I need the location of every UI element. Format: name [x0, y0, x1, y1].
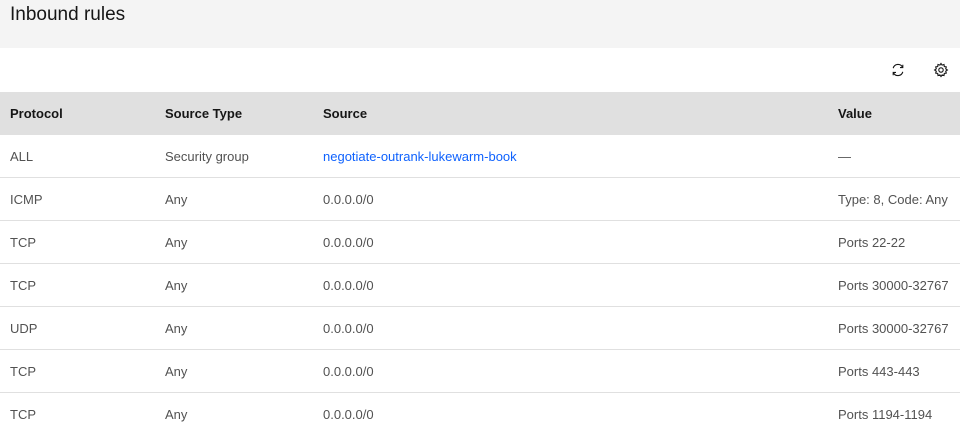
column-header-value[interactable]: Value — [828, 92, 960, 135]
cell-protocol: UDP — [0, 306, 155, 350]
cell-protocol: TCP — [0, 263, 155, 307]
cell-source: 0.0.0.0/0 — [313, 349, 828, 393]
cell-source: 0.0.0.0/0 — [313, 263, 828, 307]
table-row: TCP Any 0.0.0.0/0 Ports 22-22 — [0, 220, 960, 264]
column-header-protocol[interactable]: Protocol — [0, 92, 155, 135]
cell-protocol: ALL — [0, 135, 155, 178]
column-header-source[interactable]: Source — [313, 92, 828, 135]
gear-icon — [933, 62, 949, 78]
table-row: UDP Any 0.0.0.0/0 Ports 30000-32767 — [0, 306, 960, 350]
cell-source: 0.0.0.0/0 — [313, 220, 828, 264]
cell-value: Ports 30000-32767 — [828, 306, 960, 350]
cell-protocol: ICMP — [0, 177, 155, 221]
cell-source-type: Any — [155, 306, 313, 350]
cell-source: 0.0.0.0/0 — [313, 306, 828, 350]
title-bar: Inbound rules — [0, 0, 960, 48]
table-row: ALL Security group negotiate-outrank-luk… — [0, 135, 960, 178]
cell-source-type: Any — [155, 349, 313, 393]
inbound-rules-table: Protocol Source Type Source Value ALL Se… — [0, 92, 960, 435]
cell-value: Ports 30000-32767 — [828, 263, 960, 307]
table-toolbar — [0, 48, 960, 92]
security-group-link[interactable]: negotiate-outrank-lukewarm-book — [313, 135, 828, 178]
table-row: ICMP Any 0.0.0.0/0 Type: 8, Code: Any — [0, 177, 960, 221]
table-header-row: Protocol Source Type Source Value — [0, 92, 960, 135]
cell-source-type: Any — [155, 220, 313, 264]
page-title: Inbound rules — [10, 4, 126, 25]
cell-value: Ports 1194-1194 — [828, 392, 960, 435]
cell-source-type: Security group — [155, 135, 313, 178]
cell-protocol: TCP — [0, 392, 155, 435]
cell-protocol: TCP — [0, 349, 155, 393]
cell-source-type: Any — [155, 263, 313, 307]
inbound-rules-page: Inbound rules Protocol Source Type Sourc… — [0, 0, 960, 435]
cell-value: Type: 8, Code: Any — [828, 177, 960, 221]
refresh-icon — [892, 63, 904, 77]
cell-source-type: Any — [155, 392, 313, 435]
cell-source-type: Any — [155, 177, 313, 221]
cell-value: Ports 22-22 — [828, 220, 960, 264]
refresh-button[interactable] — [888, 60, 908, 80]
table-row: TCP Any 0.0.0.0/0 Ports 30000-32767 — [0, 263, 960, 307]
cell-value: — — [828, 135, 960, 178]
cell-source: 0.0.0.0/0 — [313, 392, 828, 435]
column-header-source-type[interactable]: Source Type — [155, 92, 313, 135]
settings-button[interactable] — [931, 60, 951, 80]
cell-protocol: TCP — [0, 220, 155, 264]
table-row: TCP Any 0.0.0.0/0 Ports 1194-1194 — [0, 392, 960, 435]
cell-source: 0.0.0.0/0 — [313, 177, 828, 221]
cell-value: Ports 443-443 — [828, 349, 960, 393]
table-row: TCP Any 0.0.0.0/0 Ports 443-443 — [0, 349, 960, 393]
